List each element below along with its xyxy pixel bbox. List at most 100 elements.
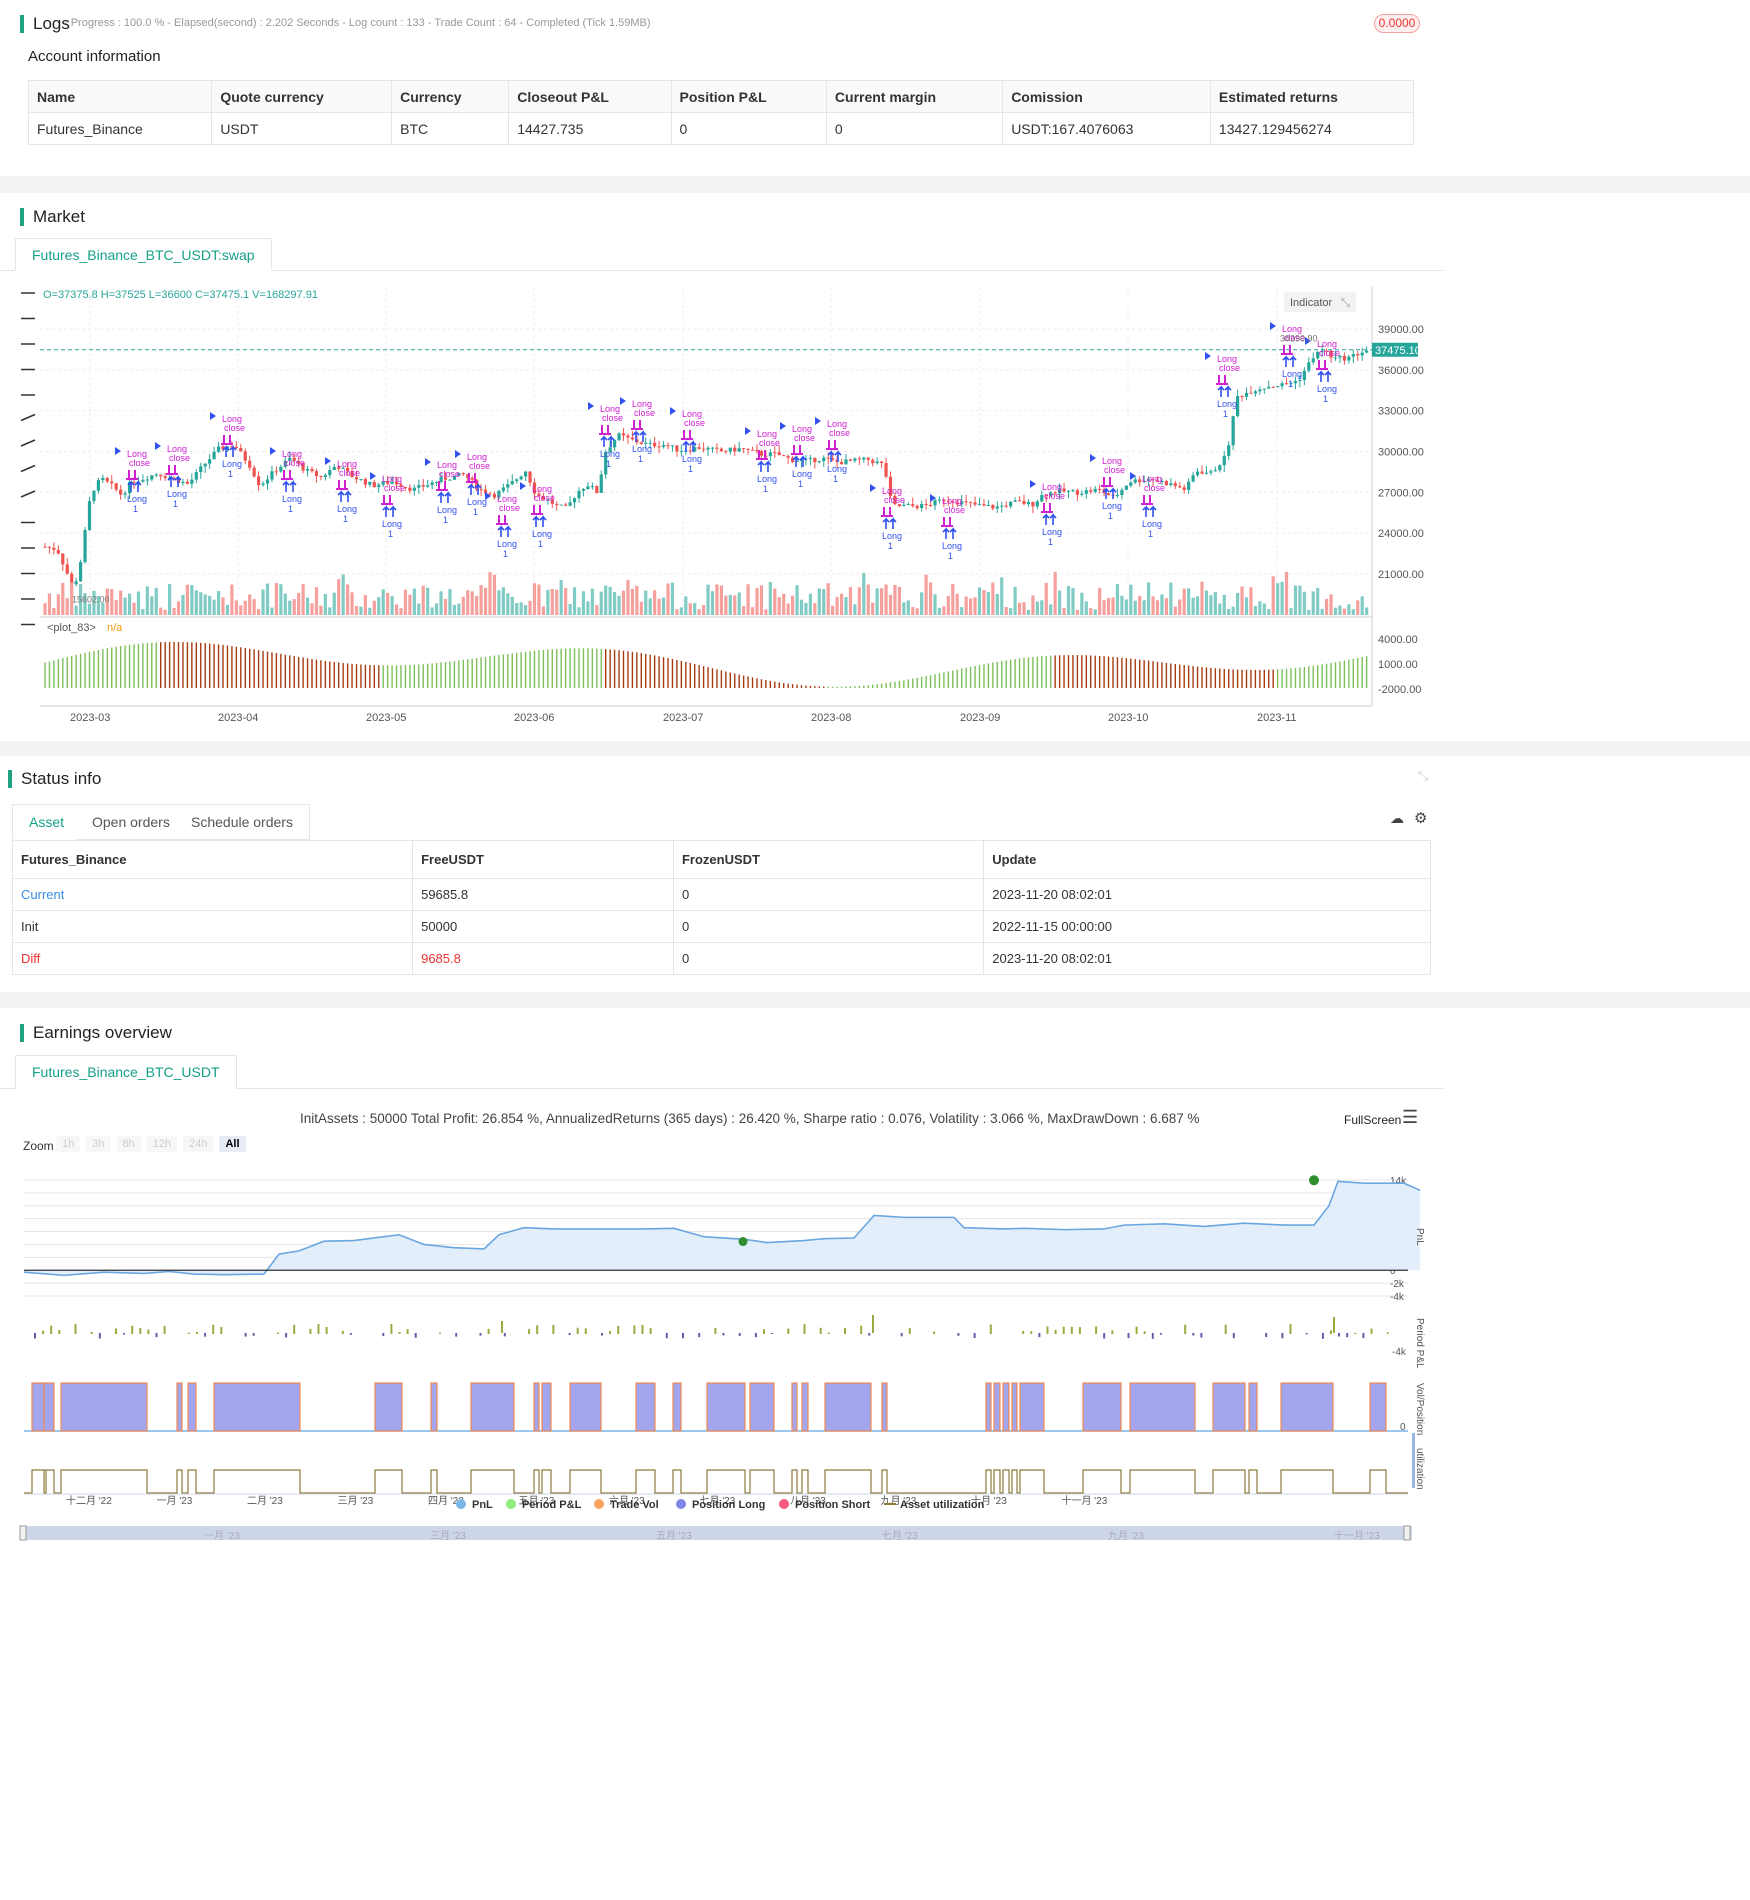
volume-bar xyxy=(937,607,942,615)
volume-bar xyxy=(595,604,599,615)
high-label: 38390.90 xyxy=(1280,333,1318,343)
ray-line-icon[interactable] xyxy=(20,464,36,473)
long-arrow-icon xyxy=(827,450,842,462)
volume-bar xyxy=(1115,583,1120,615)
expand-icon[interactable]: ⤡ xyxy=(1418,768,1428,784)
volume-bar xyxy=(724,595,728,615)
volume-bar xyxy=(1124,599,1128,615)
navigator-right-handle[interactable] xyxy=(1403,1525,1411,1541)
entry-triangle-icon xyxy=(780,422,786,430)
volume-bar xyxy=(888,594,893,615)
volume-bar xyxy=(1004,606,1008,615)
candle-body xyxy=(1017,500,1022,502)
volume-bar xyxy=(951,583,955,615)
marker-close-label: close xyxy=(1044,491,1065,501)
period-bar xyxy=(1289,1323,1292,1334)
badge[interactable]: 0.0000 xyxy=(1374,14,1420,33)
volume-bar xyxy=(928,582,933,615)
volume-bar xyxy=(857,587,861,615)
candle-body xyxy=(1280,383,1284,387)
legend-swatch[interactable] xyxy=(676,1499,686,1509)
navigator-left-handle[interactable] xyxy=(19,1525,27,1541)
asset-cell: 2023-11-20 08:02:01 xyxy=(983,942,1431,975)
candle-body xyxy=(1022,500,1026,505)
candle-body xyxy=(1307,362,1311,371)
axis-title: PnL xyxy=(1414,1228,1425,1246)
legend-swatch[interactable] xyxy=(779,1499,789,1509)
zoom-3h-button[interactable]: 3h xyxy=(86,1136,111,1152)
candle-body xyxy=(564,504,568,506)
volume-bar xyxy=(1062,607,1066,615)
marker-close-label: close xyxy=(634,408,655,418)
tab-market-symbol[interactable]: Futures_Binance_BTC_USDT:swap xyxy=(15,238,272,271)
legend-swatch[interactable] xyxy=(456,1499,466,1509)
legend-swatch[interactable] xyxy=(594,1499,604,1509)
volume-bar xyxy=(635,585,639,615)
fullscreen-button[interactable]: FullScreen xyxy=(1344,1113,1401,1127)
cloud-download-icon[interactable]: ☁ xyxy=(1390,810,1404,827)
zoom-All-button[interactable]: All xyxy=(219,1136,246,1152)
volume-bar xyxy=(1053,571,1057,615)
tab-schedule-orders[interactable]: Schedule orders xyxy=(175,804,310,840)
low-label: 15602.00 xyxy=(72,594,110,604)
volume-bar xyxy=(559,580,563,615)
zoom-12h-button[interactable]: 12h xyxy=(146,1136,178,1152)
position-block xyxy=(374,1382,403,1432)
candle-body xyxy=(194,472,198,480)
vsegment-tool-icon[interactable] xyxy=(20,413,36,422)
extended-trend-icon[interactable] xyxy=(20,490,36,498)
close-marker-icon xyxy=(1041,503,1053,513)
y-tick-label: 33000.00 xyxy=(1378,406,1424,418)
candle-body xyxy=(461,473,465,475)
candle-body xyxy=(257,476,261,486)
x-tick-label: 2023-10 xyxy=(1108,712,1148,724)
candle-body xyxy=(702,448,706,450)
trend-line-icon[interactable] xyxy=(20,439,36,447)
tab-earnings-symbol[interactable]: Futures_Binance_BTC_USDT xyxy=(15,1055,237,1089)
candle-body xyxy=(621,433,626,436)
zoom-8h-button[interactable]: 8h xyxy=(116,1136,141,1152)
volume-bar xyxy=(733,595,737,615)
volume-bar xyxy=(911,606,915,615)
marker-one-label: 1 xyxy=(288,504,293,514)
volume-bar xyxy=(354,605,359,615)
status-title: Status info xyxy=(8,769,101,789)
volume-bar xyxy=(537,584,541,615)
volume-bar xyxy=(288,600,292,615)
volume-bar xyxy=(439,591,443,615)
period-bar xyxy=(698,1333,701,1338)
tab-asset[interactable]: Asset xyxy=(12,804,82,840)
entry-triangle-icon xyxy=(270,447,276,455)
candle-body xyxy=(412,487,416,491)
volume-bar xyxy=(328,607,332,615)
candle-body xyxy=(928,505,933,507)
zoom-24h-button[interactable]: 24h xyxy=(183,1136,214,1152)
candle-body xyxy=(613,439,617,448)
candle-body xyxy=(1178,486,1182,488)
legend-swatch[interactable] xyxy=(506,1499,516,1509)
volume-bar xyxy=(136,591,141,615)
asset-cell: 0 xyxy=(672,878,985,911)
gear-icon[interactable]: ⚙ xyxy=(1414,809,1427,827)
candle-body xyxy=(728,447,732,452)
zoom-1h-button[interactable]: 1h xyxy=(56,1136,81,1152)
volume-bar xyxy=(341,574,345,615)
candle-body xyxy=(995,506,999,509)
volume-bar xyxy=(457,603,461,615)
volume-bar xyxy=(719,585,723,615)
earnings-chart[interactable]: 14k12k10k8k6k4k2k0-2k-4k-4k0PnLPeriod P&… xyxy=(0,1158,1444,1898)
volume-bar xyxy=(1209,595,1213,615)
volume-bar xyxy=(279,584,283,615)
y-tick-label: 39000.00 xyxy=(1378,324,1424,336)
market-chart[interactable]: 39000.00 36000.00 33000.00 30000.00 27000.00… xyxy=(0,277,1444,737)
volume-bar xyxy=(1155,600,1160,615)
close-marker-icon xyxy=(1216,375,1228,385)
close-marker-icon xyxy=(881,507,893,517)
candle-body xyxy=(706,447,710,450)
volume-bar xyxy=(292,599,296,615)
volume-bar xyxy=(1187,588,1191,615)
marker-close-label: close xyxy=(469,461,490,471)
menu-icon[interactable]: ☰ xyxy=(1402,1107,1418,1128)
long-arrow-icon xyxy=(1142,505,1157,517)
tab-open-orders[interactable]: Open orders xyxy=(76,804,187,840)
